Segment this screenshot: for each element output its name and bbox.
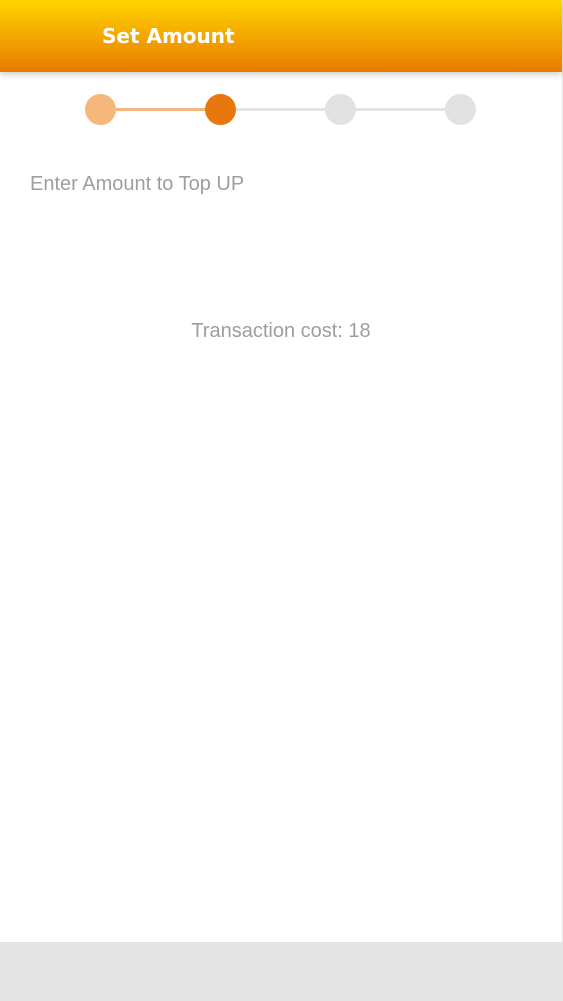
step-2-active [205, 94, 236, 125]
page-title: Set Amount [102, 24, 235, 48]
progress-stepper [0, 86, 562, 134]
step-4-inactive [445, 94, 476, 125]
amount-prompt-label: Enter Amount to Top UP [30, 173, 245, 195]
transaction-cost-text: Transaction cost: 18 [191, 320, 371, 342]
app-bar: Set Amount [0, 0, 562, 72]
step-3-inactive [325, 94, 356, 125]
bottom-bar [0, 942, 563, 1001]
step-1-completed [85, 94, 116, 125]
amount-input[interactable] [30, 214, 536, 276]
